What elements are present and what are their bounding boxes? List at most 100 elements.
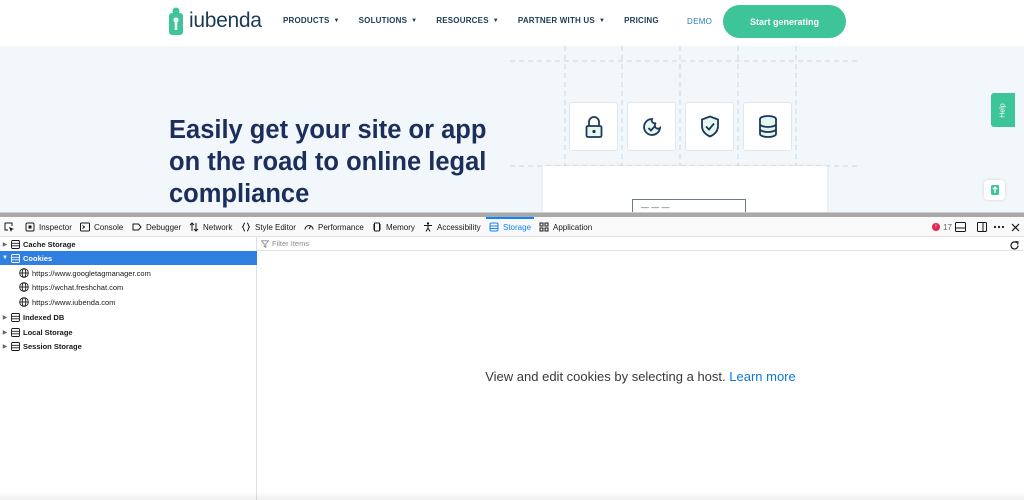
feature-card-lock — [569, 102, 618, 151]
help-tab[interactable]: Help — [991, 93, 1015, 127]
tab-label: Accessibility — [437, 222, 481, 232]
nav-label: PRICING — [624, 16, 659, 25]
refresh-icon — [1010, 240, 1019, 250]
tab-style-editor[interactable]: Style Editor — [241, 217, 296, 237]
tab-label: Performance — [318, 222, 364, 232]
tab-application[interactable]: Application — [539, 217, 592, 237]
tree-item-label: Indexed DB — [23, 312, 65, 322]
tree-item-session-storage[interactable]: ▶ Session Storage — [0, 339, 257, 353]
tree-item-label: https://www.googletagmanager.com — [32, 268, 151, 278]
nav-label: PRODUCTS — [283, 16, 330, 25]
tree-item-local-storage[interactable]: ▶ Local Storage — [0, 325, 257, 339]
nav-pricing[interactable]: PRICING — [624, 16, 659, 25]
caret-down-icon: ▼ — [598, 17, 606, 24]
start-generating-button[interactable]: Start generating — [723, 5, 846, 38]
tab-label: Style Editor — [255, 222, 296, 232]
storage-detail-panel: Filter Items View and edit cookies by se… — [257, 237, 1024, 500]
tree-item-label: Session Storage — [23, 341, 82, 351]
error-count: 17 — [943, 222, 952, 232]
shield-check-icon — [700, 115, 719, 138]
nav-label: PARTNER WITH US — [517, 16, 595, 25]
nav-resources[interactable]: RESOURCES ▼ — [436, 16, 499, 25]
network-icon — [189, 222, 199, 232]
tree-item-host[interactable]: https://www.iubenda.com — [0, 295, 257, 309]
arrow-up-icon — [990, 185, 999, 195]
tab-label: Inspector — [39, 222, 72, 232]
element-picker-button[interactable] — [4, 217, 15, 237]
tree-item-indexed-db[interactable]: ▶ Indexed DB — [0, 310, 257, 324]
dock-side-icon — [977, 222, 987, 232]
chevron-down-icon[interactable]: ▼ — [0, 255, 10, 261]
tab-inspector[interactable]: Inspector — [25, 217, 72, 237]
feature-card-cookie — [627, 102, 676, 151]
tab-memory[interactable]: Memory — [372, 217, 415, 237]
filter-placeholder: Filter Items — [272, 239, 310, 248]
window-bottom-shadow — [0, 492, 1024, 500]
chevron-right-icon[interactable]: ▶ — [0, 329, 10, 336]
nav-solutions[interactable]: SOLUTIONS ▼ — [359, 16, 418, 25]
main-nav: PRODUCTS ▼ SOLUTIONS ▼ RESOURCES ▼ PARTNER … — [283, 16, 659, 25]
logo-text: iubenda — [189, 9, 262, 32]
tree-item-label: Local Storage — [23, 327, 73, 337]
site-header: iubenda PRODUCTS ▼ SOLUTIONS ▼ RESOURCES ▼ … — [0, 0, 1024, 46]
filter-items-input[interactable]: Filter Items — [261, 238, 961, 250]
tree-item-host[interactable]: https://www.googletagmanager.com — [0, 266, 257, 280]
tab-console[interactable]: Console — [80, 217, 123, 237]
globe-icon — [19, 268, 29, 278]
hero-line: on the road to online legal — [169, 148, 487, 176]
chevron-right-icon[interactable]: ▶ — [0, 314, 10, 321]
storage-icon — [11, 239, 20, 249]
hero-line: compliance — [169, 180, 310, 208]
close-devtools-button[interactable] — [1011, 217, 1020, 237]
memory-icon — [373, 222, 381, 232]
tab-accessibility[interactable]: Accessibility — [423, 217, 481, 237]
tree-item-cache-storage[interactable]: ▶ Cache Storage — [0, 237, 257, 251]
chevron-right-icon[interactable]: ▶ — [0, 343, 10, 350]
empty-state-message: View and edit cookies by selecting a hos… — [257, 369, 1024, 384]
caret-down-icon: ▼ — [411, 17, 418, 24]
error-icon: ! — [932, 223, 940, 231]
globe-icon — [19, 297, 29, 307]
nav-partner-with-us[interactable]: PARTNER WITH US ▼ — [518, 16, 605, 25]
tab-label: Debugger — [146, 222, 182, 232]
filter-icon — [261, 239, 269, 248]
tab-label: Console — [94, 222, 124, 232]
dock-side-button[interactable] — [977, 217, 987, 237]
hero-line: Easily get your site or app — [169, 116, 487, 144]
tab-label: Storage — [503, 222, 532, 232]
tree-item-label: Cookies — [23, 253, 53, 263]
help-label: Help — [999, 102, 1007, 118]
caret-down-icon: ▼ — [333, 17, 340, 24]
tab-storage[interactable]: Storage — [485, 217, 535, 237]
more-options-button[interactable] — [993, 217, 1005, 237]
storage-icon — [489, 222, 499, 232]
tree-item-cookies[interactable]: ▼ Cookies — [0, 251, 257, 265]
caret-down-icon: ▼ — [492, 17, 499, 24]
iubenda-logo-icon — [169, 7, 183, 35]
nav-label: SOLUTIONS — [358, 16, 408, 25]
hero-heading: Easily get your site or app on the road … — [169, 114, 509, 210]
tab-label: Application — [553, 222, 593, 232]
tab-label: Memory — [386, 222, 415, 232]
tab-performance[interactable]: Performance — [304, 217, 364, 237]
split-console-icon — [955, 222, 966, 232]
nav-products[interactable]: PRODUCTS ▼ — [283, 16, 340, 25]
learn-more-link[interactable]: Learn more — [729, 369, 795, 384]
filter-bar: Filter Items — [257, 237, 1024, 251]
demo-link[interactable]: DEMO — [687, 17, 712, 26]
tab-network[interactable]: Network — [189, 217, 232, 237]
refresh-button[interactable] — [1009, 238, 1020, 256]
scroll-top-button[interactable] — [984, 180, 1005, 200]
website-area: iubenda PRODUCTS ▼ SOLUTIONS ▼ RESOURCES ▼ … — [0, 0, 1024, 214]
chevron-right-icon[interactable]: ▶ — [0, 241, 10, 248]
error-counter[interactable]: ! 17 — [932, 217, 952, 237]
storage-icon — [11, 253, 20, 263]
tree-item-host[interactable]: https://wchat.freshchat.com — [0, 280, 257, 294]
tab-debugger[interactable]: Debugger — [132, 217, 181, 237]
site-logo[interactable]: iubenda — [169, 6, 262, 36]
document-preview-card: — — — — [543, 166, 827, 214]
style-editor-icon — [241, 222, 251, 232]
nav-label: RESOURCES — [436, 16, 489, 25]
split-console-button[interactable] — [955, 217, 966, 237]
devtools-toolbar: Inspector Console Debugger Network Style… — [0, 217, 1024, 237]
